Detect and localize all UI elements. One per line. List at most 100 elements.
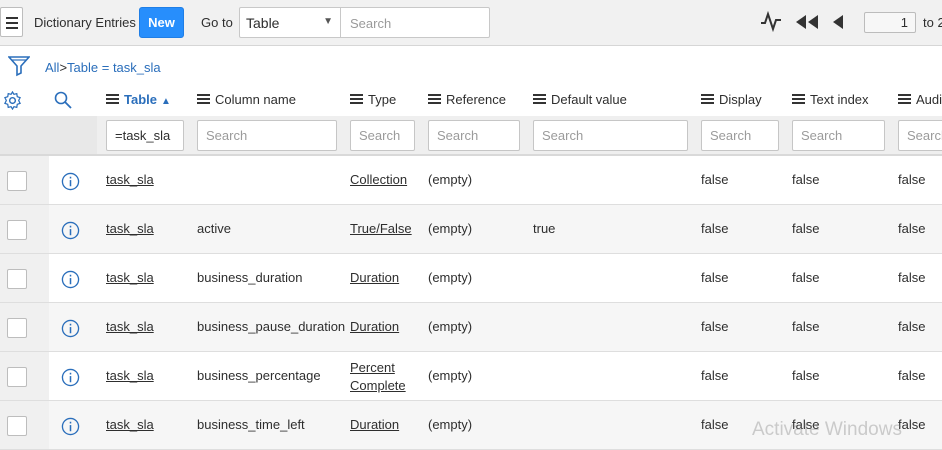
- row-select-cell: [0, 254, 49, 302]
- menu-line: [898, 102, 911, 104]
- column-header-default-value[interactable]: Default value: [533, 92, 627, 107]
- row-checkbox[interactable]: [7, 171, 27, 191]
- menu-line: [701, 102, 714, 104]
- info-icon[interactable]: [61, 319, 80, 338]
- cell-audit: false: [898, 319, 926, 334]
- cell-table-link[interactable]: task_sla: [106, 172, 154, 187]
- cell-display: false: [701, 172, 729, 187]
- search-icon[interactable]: [54, 91, 72, 109]
- reference-search-input[interactable]: Search: [428, 120, 520, 151]
- cell-table-link[interactable]: task_sla: [106, 270, 154, 285]
- column-header-display[interactable]: Display: [701, 92, 762, 107]
- row-checkbox[interactable]: [7, 416, 27, 436]
- column-header-type[interactable]: Type: [350, 92, 396, 107]
- list-header-bar: Dictionary Entries New Go to Table ▼ Sea…: [0, 0, 942, 46]
- column-header-label: Type: [368, 92, 397, 107]
- menu-line: [533, 94, 546, 96]
- table-row: task_sla business_percentage Percent Comp…: [0, 352, 942, 401]
- column-menu-icon[interactable]: [701, 94, 714, 104]
- hamburger-line: [6, 17, 18, 19]
- cell-table-link[interactable]: task_sla: [106, 368, 154, 383]
- cell-display: false: [701, 417, 729, 432]
- info-icon[interactable]: [61, 417, 80, 436]
- goto-label: Go to: [201, 15, 233, 30]
- column-search-row: =task_sla Search Search Search Search Se…: [0, 116, 942, 156]
- cell-column-name: business_pause_duration: [197, 319, 346, 334]
- breadcrumb-all-link[interactable]: All: [45, 60, 59, 75]
- info-icon[interactable]: [61, 221, 80, 240]
- column-name-search-input[interactable]: Search: [197, 120, 337, 151]
- cell-display: false: [701, 368, 729, 383]
- column-header-table[interactable]: Table ▲: [106, 92, 171, 107]
- hamburger-line: [6, 22, 18, 24]
- info-icon[interactable]: [61, 172, 80, 191]
- row-checkbox[interactable]: [7, 367, 27, 387]
- column-header-text-index[interactable]: Text index: [792, 92, 869, 107]
- cell-table-link[interactable]: task_sla: [106, 319, 154, 334]
- search-placeholder: Search: [359, 128, 401, 143]
- cell-table-link[interactable]: task_sla: [106, 417, 154, 432]
- menu-line: [197, 94, 210, 96]
- column-menu-icon[interactable]: [106, 94, 119, 104]
- previous-page-icon[interactable]: [832, 14, 844, 30]
- column-header-column-name[interactable]: Column name: [197, 92, 296, 107]
- sort-ascending-icon: ▲: [161, 96, 171, 107]
- info-icon[interactable]: [61, 270, 80, 289]
- filter-funnel-icon[interactable]: [8, 55, 30, 77]
- column-menu-icon[interactable]: [533, 94, 546, 104]
- page-number-input[interactable]: 1: [864, 12, 916, 33]
- column-header-label: Text index: [810, 92, 869, 107]
- menu-line: [197, 102, 210, 104]
- new-button[interactable]: New: [139, 7, 184, 38]
- display-search-input[interactable]: Search: [701, 120, 779, 151]
- menu-line: [533, 98, 546, 100]
- type-search-input[interactable]: Search: [350, 120, 415, 151]
- column-menu-icon[interactable]: [792, 94, 805, 104]
- cell-reference: (empty): [428, 270, 473, 285]
- column-menu-icon[interactable]: [350, 94, 363, 104]
- menu-line: [792, 94, 805, 96]
- cell-type-link[interactable]: Collection: [350, 172, 407, 187]
- cell-text-index: false: [792, 270, 820, 285]
- cell-audit: false: [898, 270, 926, 285]
- text-index-search-input[interactable]: Search: [792, 120, 885, 151]
- default-value-search-input[interactable]: Search: [533, 120, 688, 151]
- list-title: Dictionary Entries: [34, 15, 136, 30]
- activate-windows-watermark: Activate Windows: [752, 419, 902, 440]
- row-checkbox[interactable]: [7, 318, 27, 338]
- activity-stream-icon[interactable]: [760, 10, 782, 32]
- menu-line: [106, 94, 119, 96]
- gear-icon[interactable]: [3, 91, 22, 110]
- search-placeholder: Search: [907, 128, 942, 143]
- row-checkbox[interactable]: [7, 269, 27, 289]
- menu-line: [792, 98, 805, 100]
- cell-type-link[interactable]: Percent Complete: [350, 359, 406, 395]
- column-header-row: Table ▲ Column name Type Reference Defaul…: [0, 84, 942, 114]
- table-search-input[interactable]: =task_sla: [106, 120, 184, 151]
- column-menu-icon[interactable]: [898, 94, 911, 104]
- column-header-audit[interactable]: Audit: [898, 92, 942, 107]
- hamburger-menu-button[interactable]: [0, 7, 23, 37]
- breadcrumb-condition-link[interactable]: Table = task_sla: [67, 60, 161, 75]
- audit-search-input[interactable]: Search: [898, 120, 942, 151]
- cell-audit: false: [898, 221, 926, 236]
- breadcrumb-separator: >: [59, 60, 68, 75]
- first-page-icon[interactable]: [795, 14, 819, 30]
- cell-display: false: [701, 319, 729, 334]
- cell-type-link[interactable]: Duration: [350, 417, 399, 432]
- column-menu-icon[interactable]: [428, 94, 441, 104]
- table-row: task_sla active True/False (empty) true …: [0, 205, 942, 254]
- goto-search-input[interactable]: Search: [340, 7, 490, 38]
- cell-type-link[interactable]: Duration: [350, 270, 399, 285]
- cell-reference: (empty): [428, 417, 473, 432]
- info-icon[interactable]: [61, 368, 80, 387]
- cell-table-link[interactable]: task_sla: [106, 221, 154, 236]
- cell-text-index: false: [792, 172, 820, 187]
- column-header-reference[interactable]: Reference: [428, 92, 506, 107]
- row-checkbox[interactable]: [7, 220, 27, 240]
- cell-type-link[interactable]: True/False: [350, 221, 412, 236]
- goto-field-select[interactable]: Table ▼: [239, 7, 341, 38]
- cell-type-link[interactable]: Duration: [350, 319, 399, 334]
- column-menu-icon[interactable]: [197, 94, 210, 104]
- column-header-label: Display: [719, 92, 762, 107]
